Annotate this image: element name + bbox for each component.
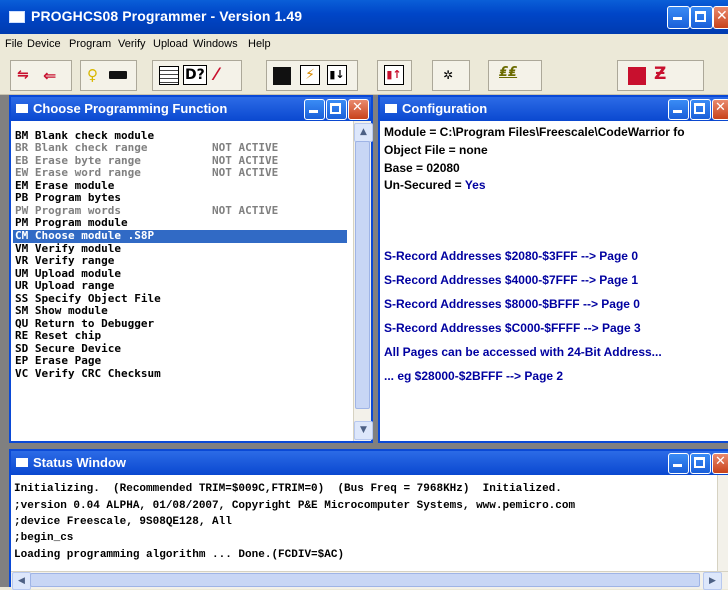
status-horizontal-scrollbar[interactable]: ◀ ▶ xyxy=(11,571,728,590)
function-window: Choose Programming Function ✕ BM Blank c… xyxy=(9,95,373,443)
menu-device[interactable]: Device xyxy=(27,38,61,50)
status-line: ;version 0.04 ALPHA, 01/08/2007, Copyrig… xyxy=(14,500,576,512)
object-file: Object File = none xyxy=(384,143,488,157)
scroll-thumb[interactable] xyxy=(355,141,370,409)
toolbar-group-module: D? ⁄ xyxy=(152,60,242,91)
toolbar: ⇋ ⇐ ♀ D? ⁄ ⚡ ▮↓ ▮↑ ✲ ₤₤ Ƶ xyxy=(0,55,728,95)
status-window: Status Window ✕ Initializing. (Recommend… xyxy=(9,449,728,590)
scroll-up-button[interactable]: ▲ xyxy=(354,123,373,142)
verify-icon[interactable]: ▮↓ xyxy=(327,65,347,85)
bulb-icon[interactable]: ♀ xyxy=(87,66,98,84)
base-address: Base = 02080 xyxy=(384,161,460,175)
toolbar-group-secure: Ƶ xyxy=(617,60,704,91)
menu-bar: File Device Program Verify Upload Window… xyxy=(0,34,728,55)
minimize-button[interactable] xyxy=(667,6,690,29)
status-line: Loading programming algorithm ... Done.(… xyxy=(14,549,345,561)
page-mapping-line: S-Record Addresses $8000-$BFFF --> Page … xyxy=(384,297,640,311)
menu-windows[interactable]: Windows xyxy=(193,38,238,50)
exit-icon[interactable]: ⇐ xyxy=(43,66,56,85)
horizontal-scroll-thumb[interactable] xyxy=(30,573,700,587)
bug-icon[interactable]: ✲ xyxy=(443,68,453,82)
scroll-left-button[interactable]: ◀ xyxy=(12,572,31,590)
window-title: PROGHCS08 Programmer - Version 1.49 xyxy=(31,8,303,24)
function-item-vr[interactable]: VR Verify range xyxy=(15,255,114,267)
function-list-scrollbar[interactable]: ▲ ▼ xyxy=(353,121,373,441)
function-close-button[interactable]: ✕ xyxy=(348,99,369,120)
status-vertical-scrollbar[interactable] xyxy=(717,475,728,575)
unsecured-status: Un-Secured = Yes xyxy=(384,178,486,192)
window-icon xyxy=(385,104,397,113)
function-item-ew[interactable]: EW Erase word range NOT ACTIVE xyxy=(15,167,345,179)
function-item-pm[interactable]: PM Program module xyxy=(15,217,128,229)
function-window-title-bar: Choose Programming Function ✕ xyxy=(11,97,371,121)
menu-verify[interactable]: Verify xyxy=(118,38,146,50)
menu-upload[interactable]: Upload xyxy=(153,38,188,50)
page-access-note: All Pages can be accessed with 24-Bit Ad… xyxy=(384,345,662,359)
toolbar-group-device: ♀ xyxy=(80,60,137,91)
status-line: ;device Freescale, 9S08QE128, All xyxy=(14,516,232,528)
configuration-window-title-bar: Configuration ✕ xyxy=(380,97,728,121)
script-icon[interactable]: ₤₤ xyxy=(499,65,517,80)
function-list[interactable]: BM Blank check module BR Blank check ran… xyxy=(11,121,353,441)
toolbar-group-debug: ✲ xyxy=(432,60,470,91)
status-minimize-button[interactable] xyxy=(668,453,689,474)
program-red-icon[interactable]: Ƶ xyxy=(654,64,666,84)
upload-icon[interactable]: ▮↑ xyxy=(384,65,404,85)
toolbar-group-connection: ⇋ ⇐ xyxy=(10,60,72,91)
main-title-bar: PROGHCS08 Programmer - Version 1.49 ✕ xyxy=(0,0,728,34)
module-icon[interactable] xyxy=(159,66,179,85)
erase-icon[interactable]: ⁄ xyxy=(215,65,218,85)
function-item-br[interactable]: BR Blank check range NOT ACTIVE xyxy=(15,142,345,154)
toolbar-group-program: ⚡ ▮↓ xyxy=(266,60,358,91)
function-minimize-button[interactable] xyxy=(304,99,325,120)
help-icon[interactable]: D? xyxy=(183,65,207,85)
scroll-right-button[interactable]: ▶ xyxy=(703,572,722,590)
status-maximize-button[interactable] xyxy=(690,453,711,474)
menu-file[interactable]: File xyxy=(5,38,23,50)
configuration-minimize-button[interactable] xyxy=(668,99,689,120)
function-item-ur[interactable]: UR Upload range xyxy=(15,280,114,292)
save-icon[interactable] xyxy=(273,67,291,85)
status-line: Initializing. (Recommended TRIM=$009C,FT… xyxy=(14,483,562,495)
status-window-title-bar: Status Window ✕ xyxy=(11,451,728,475)
window-icon xyxy=(16,104,28,113)
status-close-button[interactable]: ✕ xyxy=(712,453,728,474)
chip-icon[interactable] xyxy=(109,71,127,79)
function-item-sm[interactable]: SM Show module xyxy=(15,305,108,317)
configuration-content: Module = C:\Program Files\Freescale\Code… xyxy=(380,121,726,441)
connect-icon[interactable]: ⇋ xyxy=(17,67,29,83)
function-item-vc[interactable]: VC Verify CRC Checksum xyxy=(15,368,161,380)
toolbar-group-script: ₤₤ xyxy=(488,60,542,91)
save-red-icon[interactable] xyxy=(628,67,646,85)
scroll-down-button[interactable]: ▼ xyxy=(354,421,373,440)
configuration-close-button[interactable]: ✕ xyxy=(712,99,728,120)
configuration-window: Configuration ✕ Module = C:\Program File… xyxy=(378,95,728,443)
page-mapping-line: S-Record Addresses $C000-$FFFF --> Page … xyxy=(384,321,641,335)
close-button[interactable]: ✕ xyxy=(713,6,728,29)
configuration-window-title: Configuration xyxy=(402,101,488,116)
page-access-example: ... eg $28000-$2BFFF --> Page 2 xyxy=(384,369,564,383)
function-maximize-button[interactable] xyxy=(326,99,347,120)
function-item-pb[interactable]: PB Program bytes xyxy=(15,192,121,204)
window-icon xyxy=(16,458,28,467)
function-item-re[interactable]: RE Reset chip xyxy=(15,330,101,342)
status-window-title: Status Window xyxy=(33,455,127,470)
page-mapping-line: S-Record Addresses $2080-$3FFF --> Page … xyxy=(384,249,638,263)
status-line: ;begin_cs xyxy=(14,532,74,544)
configuration-maximize-button[interactable] xyxy=(690,99,711,120)
program-icon[interactable]: ⚡ xyxy=(300,65,320,85)
status-log: Initializing. (Recommended TRIM=$009C,FT… xyxy=(11,475,717,575)
function-item-ep[interactable]: EP Erase Page xyxy=(15,355,101,367)
module-path: Module = C:\Program Files\Freescale\Code… xyxy=(384,125,685,139)
function-window-title: Choose Programming Function xyxy=(33,101,228,116)
app-icon xyxy=(9,11,25,23)
menu-program[interactable]: Program xyxy=(69,38,111,50)
menu-help[interactable]: Help xyxy=(248,38,271,50)
page-mapping-line: S-Record Addresses $4000-$7FFF --> Page … xyxy=(384,273,638,287)
toolbar-group-upload: ▮↑ xyxy=(377,60,412,91)
maximize-button[interactable] xyxy=(690,6,713,29)
